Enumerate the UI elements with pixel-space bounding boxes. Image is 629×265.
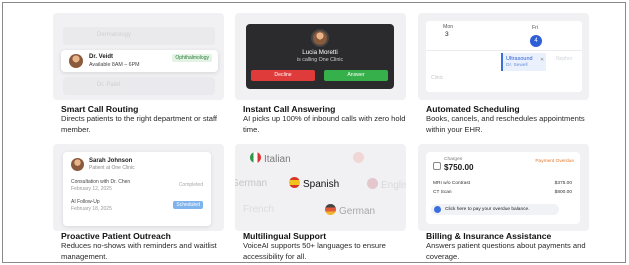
charge-label: CT Scan <box>433 190 452 195</box>
row-date: February 12, 2025 <box>71 186 112 192</box>
charges-label: Charges <box>444 157 463 162</box>
doctor-card[interactable]: Dr. Veidt Available 8AM – 6PM Ophthalmol… <box>61 50 218 72</box>
ghost-text: Clinic <box>431 75 444 81</box>
language-chip: German <box>235 178 267 189</box>
language-chip: Spanish <box>289 177 339 190</box>
charge-amount: $800.00 <box>554 190 572 195</box>
availability-text: Available 8AM – 6PM <box>89 62 140 68</box>
pay-balance-button[interactable]: Click here to pay your overdue balance. <box>431 204 559 215</box>
overdue-badge: Payment Overdue <box>535 159 574 164</box>
row-label: AI Follow-Up <box>71 199 100 205</box>
appointment-title: Ultrasound <box>506 56 533 62</box>
charges-amount: $750.00 <box>444 163 474 172</box>
charge-row: MRI w/o Contrast $375.00 <box>433 181 572 186</box>
invoice-icon <box>433 162 441 170</box>
italy-flag-icon <box>250 152 261 163</box>
call-routing-preview: Dermatology Dr. Veidt Available 8AM – 6P… <box>53 13 224 100</box>
ghost-row: Dr. Patel <box>63 77 215 95</box>
card-title: Billing & Insurance Assistance <box>426 231 552 241</box>
day-label: Mon <box>443 24 454 30</box>
scheduling-preview: Mon 3 Fri 4 Ultrasound Dr. Sewell ✕ Neph… <box>418 13 589 100</box>
ghost-text: Dermatology <box>97 32 132 38</box>
language-label: German <box>235 178 268 189</box>
status-badge: Completed <box>178 182 203 188</box>
language-chip: German <box>325 204 375 217</box>
card-description: AI picks up 100% of inbound calls with z… <box>243 114 406 134</box>
day-label: Fri <box>532 25 539 31</box>
call-status: is calling One Clinic <box>296 57 344 63</box>
close-icon[interactable]: ✕ <box>540 57 544 63</box>
charge-amount: $375.00 <box>554 181 572 186</box>
card-description: Answers patient questions about payments… <box>426 241 586 261</box>
patient-avatar <box>71 158 84 171</box>
language-label: English <box>381 180 406 191</box>
uk-flag-icon <box>367 178 378 189</box>
invoice-card: Charges $750.00 Payment Overdue MRI w/o … <box>426 152 580 224</box>
decline-button[interactable]: Decline <box>251 70 315 81</box>
incoming-call-card: Lucia Moretti is calling One Clinic Decl… <box>246 24 394 89</box>
card-title: Instant Call Answering <box>243 104 336 114</box>
divider <box>426 50 582 51</box>
outreach-row: Consultation with Dr. Chen February 12, 2… <box>71 179 130 192</box>
language-label: German <box>339 206 376 217</box>
status-badge: Scheduled <box>173 201 203 209</box>
language-chip: Italian <box>250 152 291 165</box>
card-description: Books, cancels, and reschedules appointm… <box>426 114 585 134</box>
doctor-avatar <box>69 54 83 68</box>
billing-preview: Charges $750.00 Payment Overdue MRI w/o … <box>418 144 589 231</box>
appointment-doctor: Dr. Sewell <box>506 63 528 68</box>
row-date: February 18, 2025 <box>71 206 112 212</box>
card-title: Multilingual Support <box>243 231 327 241</box>
flag-icon <box>353 152 364 163</box>
row-label: Consultation with Dr. Chen <box>71 179 131 185</box>
day-number: 3 <box>445 31 449 38</box>
selected-day[interactable]: 4 <box>530 35 542 47</box>
language-chip: French <box>243 204 274 215</box>
ghost-text: Dr. Patel <box>97 82 121 88</box>
card-title: Smart Call Routing <box>61 104 139 114</box>
card-title: Automated Scheduling <box>426 104 520 114</box>
doctor-name: Dr. Veidt <box>89 54 114 60</box>
germany-flag-icon <box>325 204 336 215</box>
outreach-preview: Sarah Johnson Patient at One Clinic Cons… <box>53 144 224 231</box>
patient-card: Sarah Johnson Patient at One Clinic Cons… <box>63 152 211 226</box>
card-description: VoiceAI supports 50+ languages to ensure… <box>243 241 386 261</box>
patient-name: Sarah Johnson <box>89 158 133 164</box>
spain-flag-icon <box>289 177 300 188</box>
language-label: French <box>243 204 275 215</box>
ghost-row: Dermatology <box>63 27 215 45</box>
patient-sub: Patient at One Clinic <box>89 165 135 171</box>
specialty-badge: Ophthalmology <box>172 54 212 62</box>
language-label: Italian <box>264 154 291 165</box>
language-chip: English <box>367 178 406 191</box>
card-description: Reduces no-shows with reminders and wait… <box>61 241 217 261</box>
calendar-widget: Mon 3 Fri 4 Ultrasound Dr. Sewell ✕ Neph… <box>426 21 582 92</box>
card-description: Directs patients to the right department… <box>61 114 218 134</box>
language-chip <box>353 152 367 165</box>
multilingual-preview: Italian German Spanish English French Ge… <box>235 144 406 231</box>
card-title: Proactive Patient Outreach <box>61 231 171 241</box>
answer-button[interactable]: Answer <box>324 70 388 81</box>
charge-label: MRI w/o Contrast <box>433 181 471 186</box>
caller-name: Lucia Moretti <box>302 49 338 56</box>
call-answering-preview: Lucia Moretti is calling One Clinic Decl… <box>235 13 406 100</box>
charge-row: CT Scan $800.00 <box>433 190 572 195</box>
caller-avatar <box>313 31 327 45</box>
ghost-appointment: Nephro <box>556 56 573 62</box>
outreach-row: AI Follow-Up February 18, 2025 <box>71 199 112 212</box>
language-label: Spanish <box>303 179 340 190</box>
